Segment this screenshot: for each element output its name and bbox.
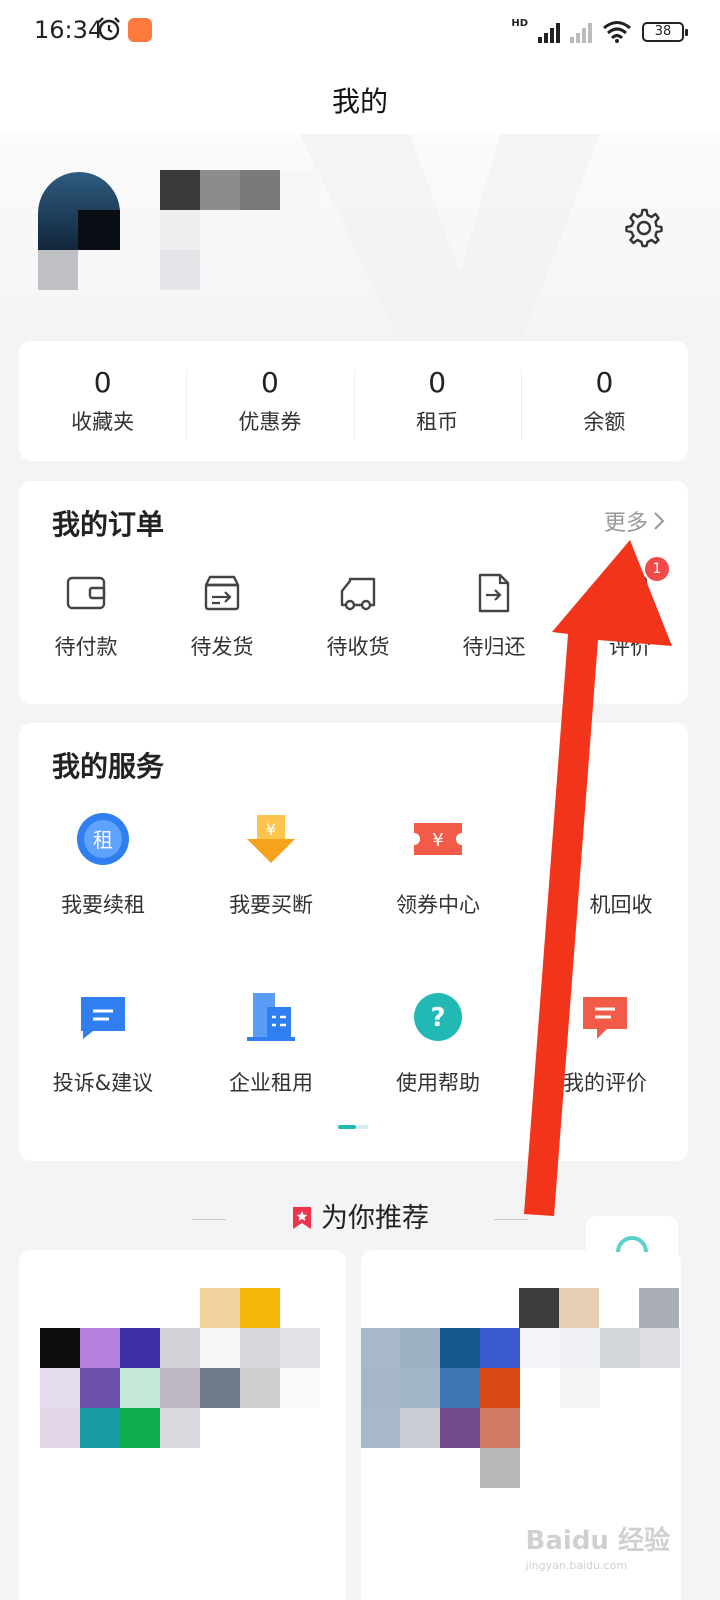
order-status-label: 待发货: [190, 635, 254, 659]
orders-title: 我的订单: [52, 508, 165, 541]
divider: [192, 1219, 227, 1220]
service-label: 我要续租: [61, 893, 145, 917]
service-label: 机回收: [589, 893, 653, 917]
more-label: 更多: [603, 511, 648, 536]
coupon-icon: ¥: [414, 823, 462, 855]
chevron-right-icon: [654, 512, 665, 530]
battery-icon: 38: [642, 22, 688, 42]
box-icon: [204, 575, 240, 611]
order-status-label: 评价: [609, 635, 651, 659]
status-indicators: HD 38: [511, 18, 688, 46]
headset-icon: [616, 1236, 648, 1253]
watermark-brand: Baidu 经验: [525, 1526, 670, 1556]
renew-icon: 租: [77, 813, 129, 865]
service-label: 使用帮助: [396, 1071, 480, 1095]
return-doc-icon: [478, 573, 510, 613]
orders-card: 我的订单 更多 待付款 待发货 待收货 待归还 1 评价: [19, 481, 688, 704]
service-renew[interactable]: 租 我要续租: [19, 811, 187, 919]
settings-gear-icon[interactable]: [624, 208, 664, 248]
order-status-list: 待付款 待发货 待收货 待归还 1 评价: [19, 557, 688, 671]
svg-text:¥: ¥: [266, 820, 276, 839]
feedback-icon: [81, 997, 125, 1039]
order-status-label: 待付款: [54, 635, 118, 659]
stat-value: 0: [428, 366, 447, 399]
service-enterprise[interactable]: 企业租用: [187, 989, 355, 1097]
stat-label: 优惠券: [238, 410, 302, 434]
stat-favorites[interactable]: 0 收藏夹: [19, 366, 186, 436]
order-pending-receipt[interactable]: 待收货: [293, 571, 423, 661]
service-help[interactable]: ? 使用帮助: [354, 989, 522, 1097]
status-bar: 16:34 HD 38: [0, 0, 720, 62]
services-title: 我的服务: [52, 750, 165, 783]
recommend-product-card[interactable]: [19, 1250, 346, 1600]
profile-section: [0, 134, 720, 344]
stat-coupons[interactable]: 0 优惠券: [186, 366, 353, 440]
service-buyout[interactable]: ¥ 我要买断: [187, 811, 355, 919]
username[interactable]: [160, 170, 360, 290]
divider: [493, 1219, 528, 1220]
truck-icon: [340, 577, 376, 611]
floating-service-button[interactable]: [586, 1216, 678, 1286]
service-coupon-center[interactable]: ¥ 领券中心: [354, 811, 522, 919]
bookmark-star-icon: [293, 1207, 311, 1229]
stat-rent-coins[interactable]: 0 租币: [353, 366, 521, 440]
stat-balance[interactable]: 0 余额: [520, 366, 688, 440]
svg-text:?: ?: [430, 1003, 445, 1033]
svg-text:¥: ¥: [432, 830, 443, 851]
service-label: 领券中心: [396, 893, 480, 917]
product-image: [19, 1250, 346, 1600]
stat-label: 收藏夹: [71, 410, 135, 434]
order-status-label: 待归还: [462, 635, 526, 659]
order-pending-shipment[interactable]: 待发货: [157, 571, 287, 661]
signal-weak-icon: [570, 21, 592, 43]
wifi-icon: [603, 21, 631, 43]
service-label: 我的评价: [563, 1071, 647, 1095]
review-count-badge: 1: [645, 557, 669, 581]
service-label: 企业租用: [229, 1071, 313, 1095]
enterprise-icon: [247, 993, 295, 1041]
order-pending-return[interactable]: 待归还: [429, 571, 559, 661]
review-icon: [612, 575, 648, 605]
order-status-label: 待收货: [326, 635, 390, 659]
wallet-icon: [66, 576, 106, 610]
stat-value: 0: [93, 366, 112, 399]
recommend-title: 为你推荐: [321, 1203, 429, 1234]
service-label: 投诉&建议: [52, 1071, 154, 1095]
order-pending-payment[interactable]: 待付款: [21, 571, 151, 661]
page-title: 我的: [331, 85, 388, 118]
avatar[interactable]: [38, 172, 120, 290]
watermark: Baidu 经验 jingyan.baidu.com: [526, 1520, 670, 1572]
svg-text:租: 租: [93, 828, 113, 852]
alarm-icon: [98, 17, 120, 41]
stat-label: 租币: [416, 410, 459, 434]
service-feedback[interactable]: 投诉&建议: [19, 989, 187, 1097]
stat-value: 0: [260, 366, 279, 399]
my-review-icon: [583, 997, 627, 1039]
services-card: 我的服务 租 我要续租 ¥ 我要买断 ¥ 领券中心 机回收 投诉&建议 企业租用…: [19, 723, 688, 1161]
help-icon: ?: [414, 993, 462, 1041]
signal-icon: [538, 21, 560, 43]
service-label: 我要买断: [229, 893, 313, 917]
app-notification-icon: [128, 18, 152, 42]
stat-label: 余额: [583, 410, 626, 434]
page-indicator: [338, 1125, 368, 1129]
buyout-icon: ¥: [247, 815, 295, 863]
recycle-icon: [593, 811, 649, 867]
hd-label: HD: [511, 18, 528, 29]
stat-value: 0: [595, 366, 614, 399]
status-time: 16:34: [34, 16, 104, 44]
header: 我的: [0, 62, 720, 134]
service-my-reviews[interactable]: 我的评价: [521, 989, 689, 1097]
order-pending-review[interactable]: 1 评价: [565, 557, 695, 661]
service-phone-recycle[interactable]: 机回收: [537, 811, 705, 919]
watermark-url: jingyan.baidu.com: [525, 1559, 628, 1572]
stats-card: 0 收藏夹 0 优惠券 0 租币 0 余额: [19, 341, 688, 461]
orders-more-link[interactable]: 更多: [604, 505, 666, 537]
